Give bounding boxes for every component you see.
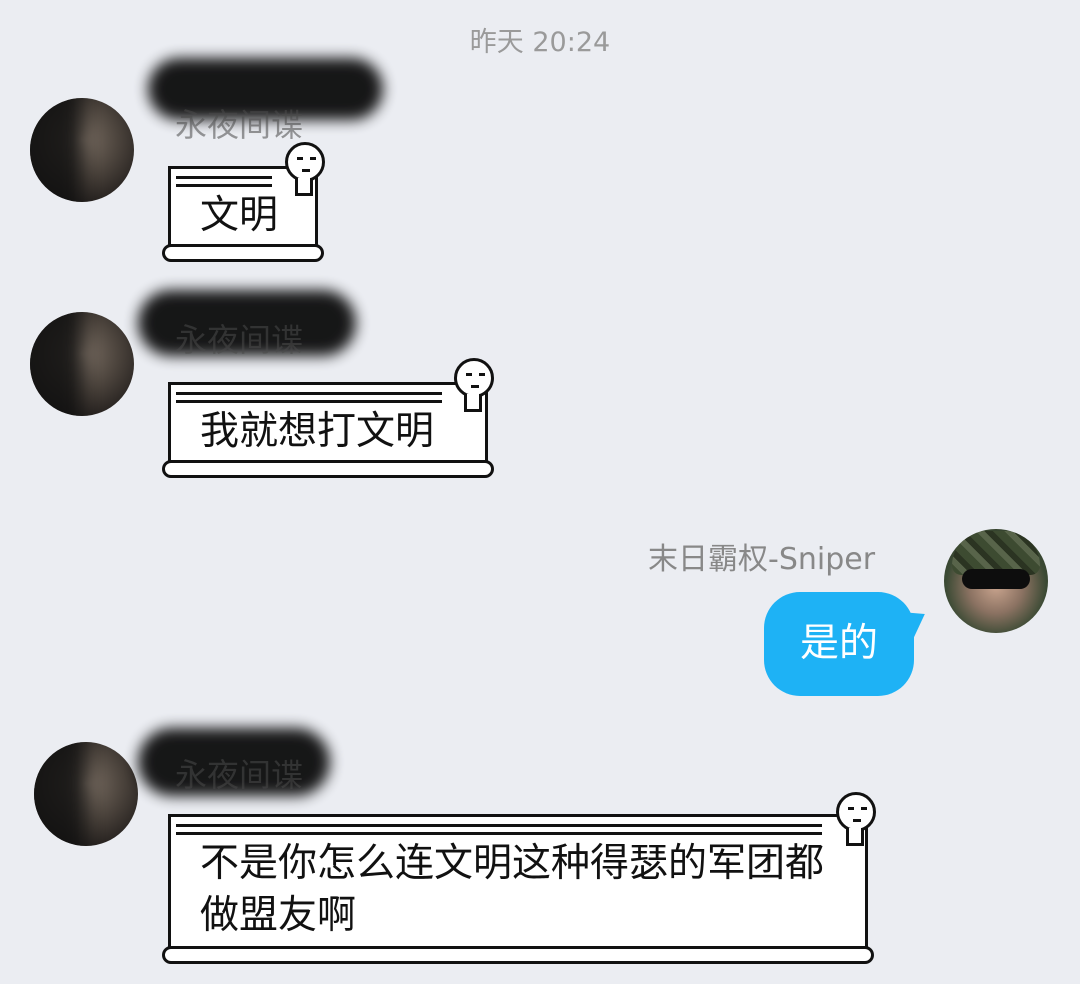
chat-timestamp: 昨天 20:24 — [469, 27, 611, 58]
sender-name: 永夜间谍 — [175, 756, 304, 794]
bubble-roll — [162, 244, 324, 262]
bubble-rule — [176, 400, 442, 403]
bubble-rule — [176, 176, 272, 179]
sender-avatar[interactable] — [34, 742, 138, 846]
sunglasses-graphic — [962, 569, 1030, 589]
bubble-face-icon — [285, 142, 325, 182]
sender-name: 永夜间谍 — [175, 106, 304, 144]
message-text: 不是你怎么连文明这种得瑟的军团都做盟友啊 — [200, 841, 825, 938]
bubble-rule — [176, 392, 442, 395]
bubble-face-body-icon — [846, 828, 864, 846]
bubble-face-body-icon — [464, 394, 482, 412]
bubble-rule — [176, 184, 272, 187]
bubble-face-icon — [454, 358, 494, 398]
bubble-roll — [162, 460, 494, 478]
bubble-roll — [162, 946, 874, 964]
sender-name: 末日霸权-Sniper — [648, 542, 876, 577]
sender-name: 永夜间谍 — [175, 321, 304, 359]
message-bubble[interactable]: 是的 — [764, 592, 914, 696]
sender-avatar[interactable] — [30, 312, 134, 416]
user-avatar[interactable] — [944, 529, 1048, 633]
message-bubble[interactable]: 不是你怎么连文明这种得瑟的军团都做盟友啊 — [162, 814, 874, 964]
message-bubble[interactable]: 我就想打文明 — [162, 382, 494, 478]
bubble-rule — [176, 832, 822, 835]
bubble-face-icon — [836, 792, 876, 832]
message-text: 文明 — [200, 193, 279, 238]
bubble-face-body-icon — [295, 178, 313, 196]
bubble-rule — [176, 824, 822, 827]
sender-avatar[interactable] — [30, 98, 134, 202]
message-text: 我就想打文明 — [200, 409, 435, 454]
